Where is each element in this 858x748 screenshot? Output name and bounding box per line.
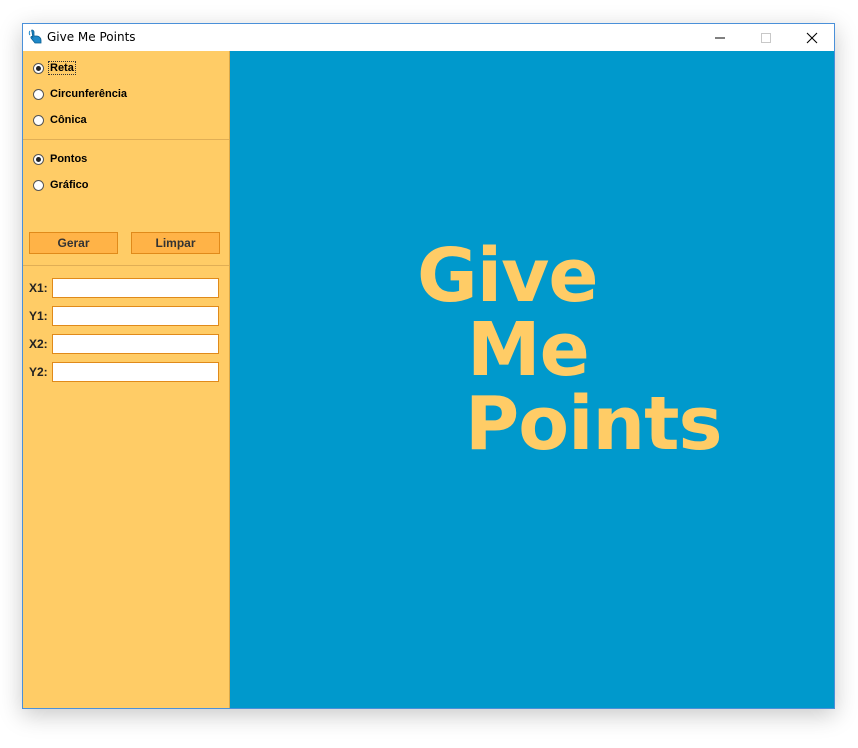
radio-label[interactable]: Circunferência (49, 88, 128, 100)
generate-button[interactable]: Gerar (29, 232, 118, 254)
field-label: Y2: (29, 365, 48, 379)
field-x2: X2: (29, 334, 219, 354)
y1-input[interactable] (52, 306, 219, 326)
radio-button[interactable] (33, 114, 44, 126)
app-window: Give Me Points Reta Circunferência Cônic… (22, 23, 835, 709)
radio-button[interactable] (33, 88, 44, 100)
field-label: X2: (29, 337, 48, 351)
minimize-icon (715, 37, 725, 39)
minimize-button[interactable] (697, 24, 743, 51)
clear-button[interactable]: Limpar (131, 232, 220, 254)
radio-button[interactable] (33, 153, 44, 165)
logo-word-give: Give (417, 233, 599, 319)
x2-input[interactable] (52, 334, 219, 354)
field-label: X1: (29, 281, 48, 295)
radio-label[interactable]: Reta (48, 61, 76, 75)
field-label: Y1: (29, 309, 48, 323)
pointing-hand-icon (28, 29, 42, 44)
field-x1: X1: (29, 278, 219, 298)
drawing-canvas[interactable]: Give Me Points (230, 51, 834, 708)
field-y2: Y2: (29, 362, 219, 382)
radio-button[interactable] (33, 179, 44, 191)
logo-word-points: Points (465, 381, 723, 467)
close-button[interactable] (789, 24, 835, 51)
radio-label[interactable]: Gráfico (49, 179, 90, 191)
close-icon (806, 32, 818, 44)
radio-label[interactable]: Pontos (49, 153, 88, 165)
y2-input[interactable] (52, 362, 219, 382)
maximize-button[interactable] (743, 24, 789, 51)
x1-input[interactable] (52, 278, 219, 298)
logo-word-me: Me (467, 307, 590, 393)
control-panel: Reta Circunferência Cônica Pontos Gráfic… (23, 51, 230, 708)
radio-reta[interactable]: Reta (33, 60, 76, 76)
title-bar[interactable]: Give Me Points (23, 24, 834, 51)
radio-conica[interactable]: Cônica (33, 112, 88, 128)
radio-pontos[interactable]: Pontos (33, 151, 88, 167)
radio-circunferencia[interactable]: Circunferência (33, 86, 128, 102)
window-title: Give Me Points (47, 30, 136, 44)
separator (23, 265, 229, 266)
maximize-icon (761, 33, 771, 43)
separator (23, 139, 229, 140)
field-y1: Y1: (29, 306, 219, 326)
radio-button[interactable] (33, 62, 44, 74)
radio-label[interactable]: Cônica (49, 114, 88, 126)
radio-grafico[interactable]: Gráfico (33, 177, 90, 193)
